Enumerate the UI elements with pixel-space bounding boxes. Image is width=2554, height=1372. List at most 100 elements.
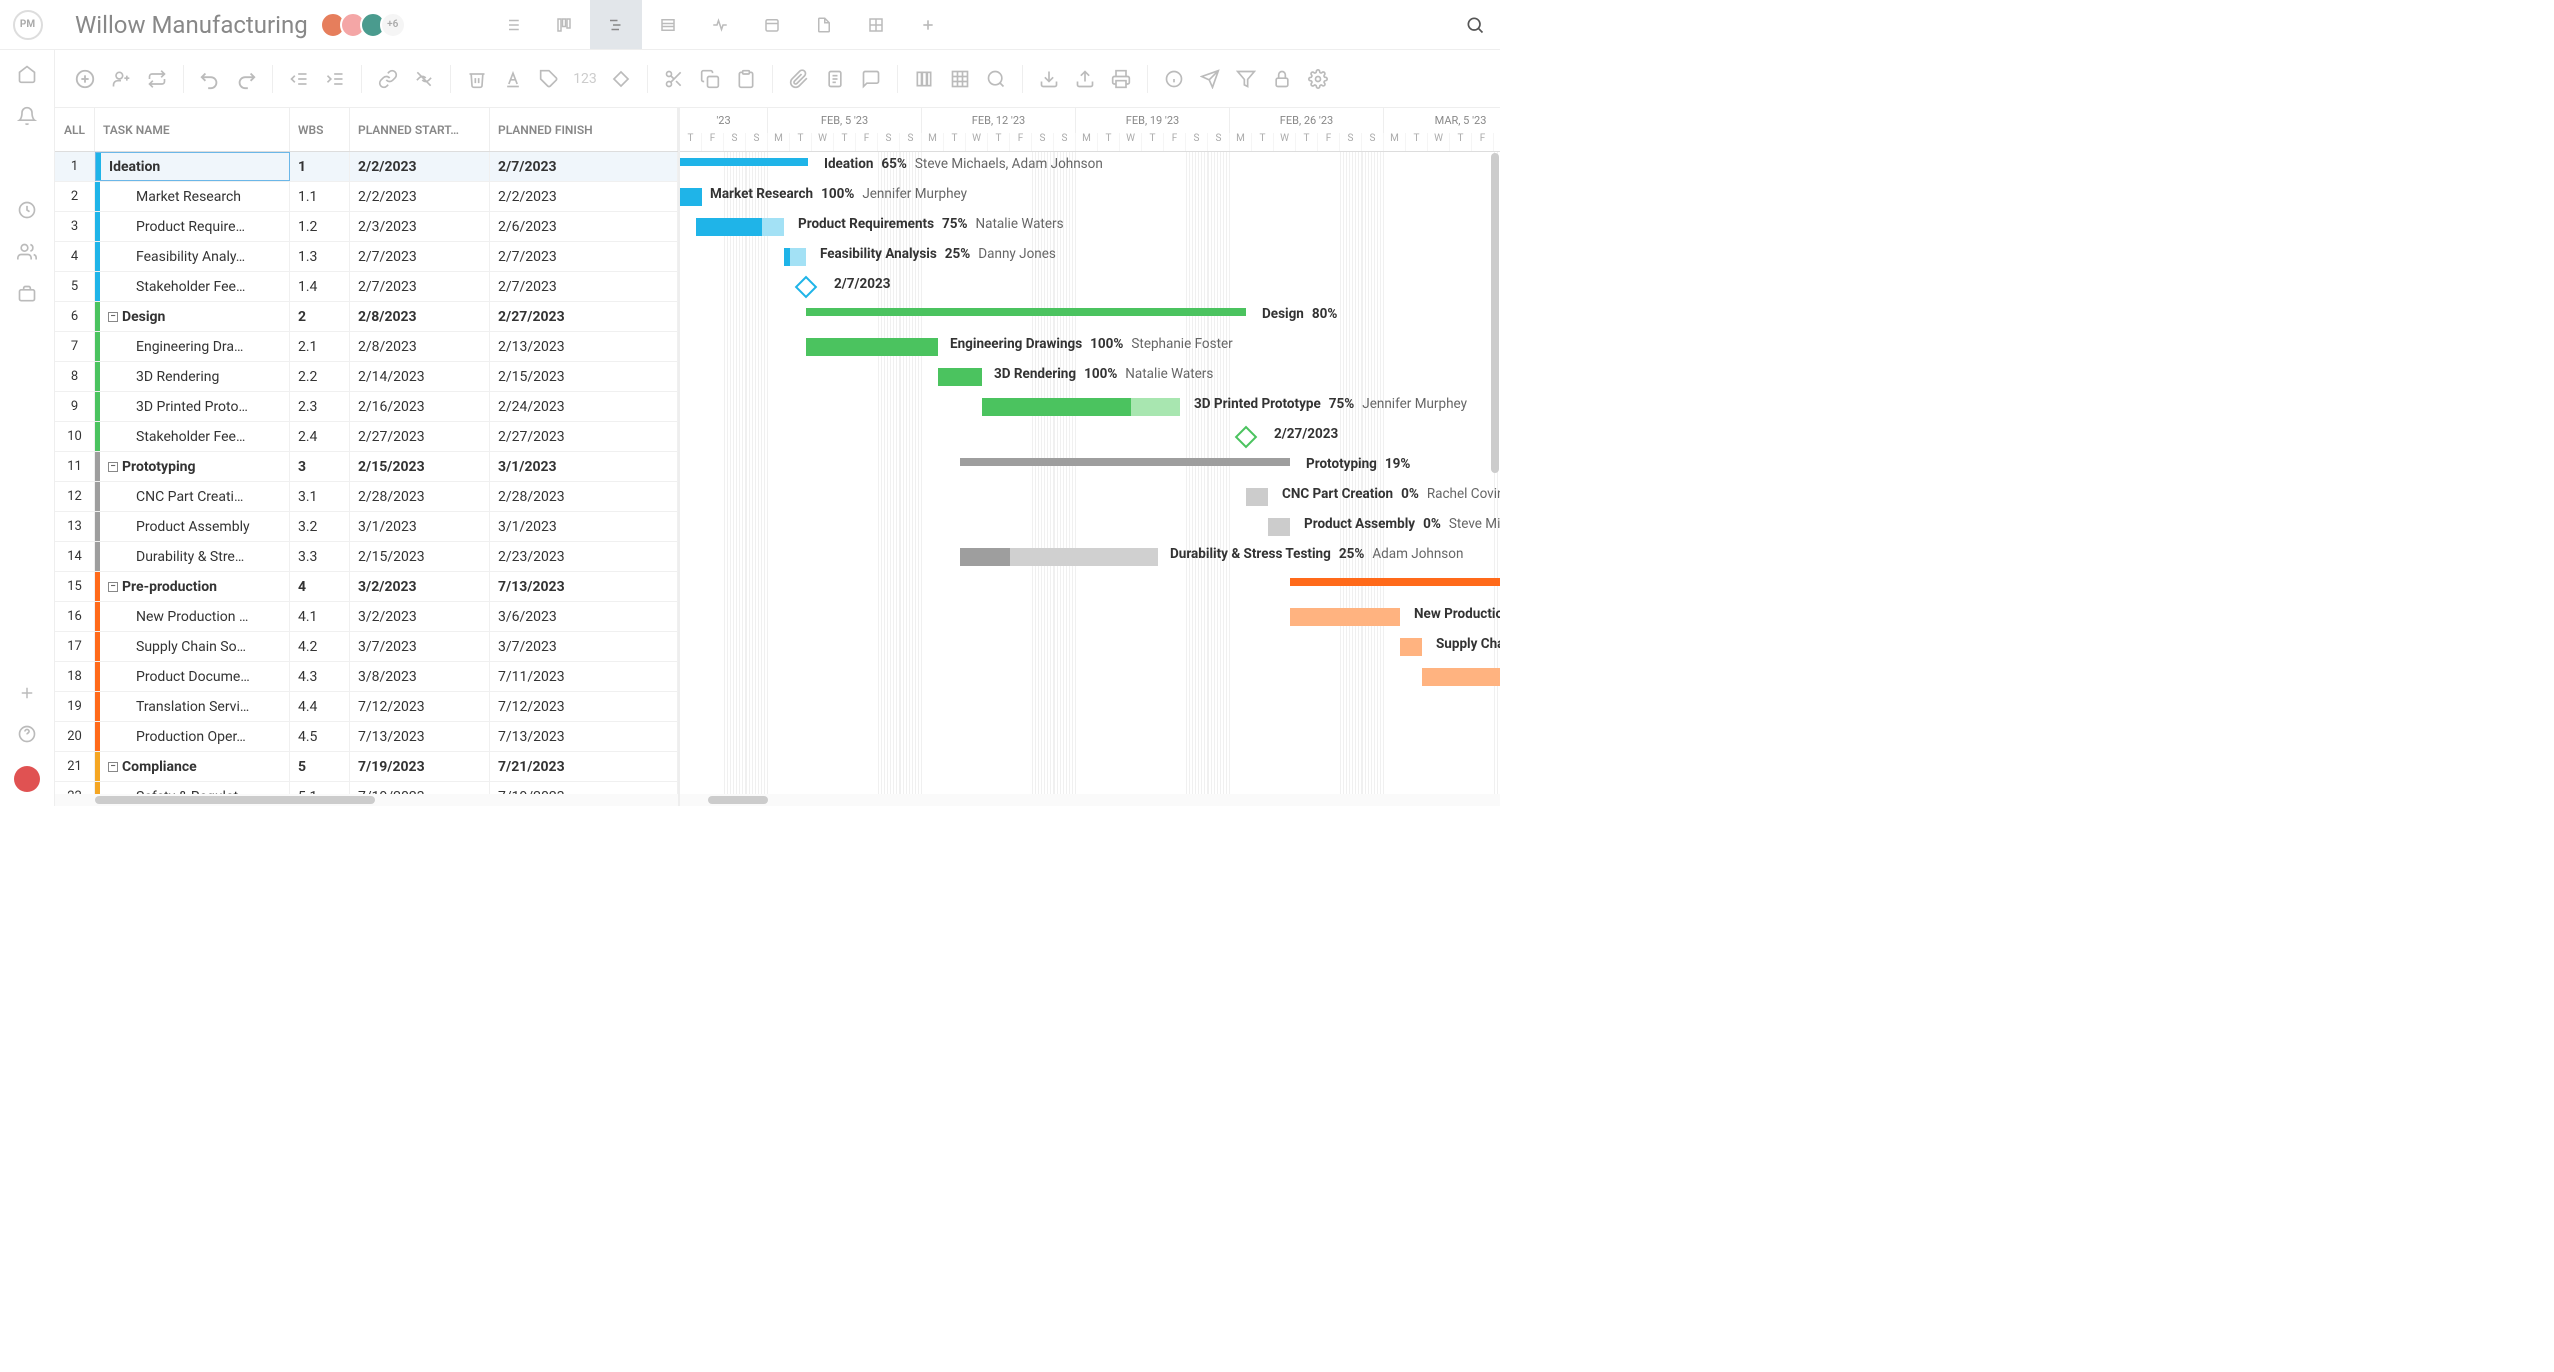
wbs-cell[interactable]: 4.4 [290, 692, 350, 721]
finish-cell[interactable]: 2/28/2023 [490, 482, 678, 511]
gantt-task-bar[interactable] [784, 248, 806, 266]
gantt-task-bar[interactable] [1422, 668, 1500, 686]
gantt-row[interactable]: Product Assembly0%Steve Mi [680, 512, 1500, 542]
wbs-cell[interactable]: 3.2 [290, 512, 350, 541]
gantt-hscroll[interactable] [680, 794, 1500, 806]
task-name-cell[interactable]: Stakeholder Fee… [95, 272, 290, 301]
gantt-row[interactable] [680, 752, 1500, 782]
wbs-cell[interactable]: 3 [290, 452, 350, 481]
gantt-row[interactable] [680, 782, 1500, 794]
wbs-cell[interactable]: 2.4 [290, 422, 350, 451]
search-icon[interactable] [1450, 15, 1500, 35]
wbs-cell[interactable]: 1.1 [290, 182, 350, 211]
gantt-summary-bar[interactable] [1290, 578, 1500, 586]
copy-icon[interactable] [694, 63, 726, 95]
finish-cell[interactable]: 3/1/2023 [490, 452, 678, 481]
table-row[interactable]: 17 Supply Chain So… 4.2 3/7/2023 3/7/202… [55, 632, 678, 662]
start-cell[interactable]: 2/2/2023 [350, 182, 490, 211]
table-row[interactable]: 19 Translation Servi… 4.4 7/12/2023 7/12… [55, 692, 678, 722]
home-icon[interactable] [17, 64, 37, 84]
text-color-icon[interactable] [497, 63, 529, 95]
task-name-cell[interactable]: Engineering Dra… [95, 332, 290, 361]
finish-cell[interactable]: 7/21/2023 [490, 752, 678, 781]
start-cell[interactable]: 2/8/2023 [350, 332, 490, 361]
table-row[interactable]: 3 Product Require… 1.2 2/3/2023 2/6/2023 [55, 212, 678, 242]
wbs-cell[interactable]: 4.5 [290, 722, 350, 751]
finish-cell[interactable]: 7/13/2023 [490, 572, 678, 601]
gantt-task-bar[interactable] [1400, 638, 1422, 656]
notes-icon[interactable] [819, 63, 851, 95]
gantt-row[interactable] [680, 662, 1500, 692]
task-name-cell[interactable]: Supply Chain So… [95, 632, 290, 661]
wbs-cell[interactable]: 2 [290, 302, 350, 331]
col-task-name[interactable]: TASK NAME [95, 108, 290, 151]
table-row[interactable]: 5 Stakeholder Fee… 1.4 2/7/2023 2/7/2023 [55, 272, 678, 302]
task-name-cell[interactable]: −Prototyping [95, 452, 290, 481]
avatar-more[interactable]: +6 [380, 12, 406, 38]
help-icon[interactable] [17, 724, 37, 744]
table-row[interactable]: 12 CNC Part Creati… 3.1 2/28/2023 2/28/2… [55, 482, 678, 512]
undo-icon[interactable] [194, 63, 226, 95]
finish-cell[interactable]: 2/15/2023 [490, 362, 678, 391]
finish-cell[interactable]: 7/19/2023 [490, 782, 678, 794]
grid-icon[interactable] [944, 63, 976, 95]
gantt-row[interactable] [680, 572, 1500, 602]
view-board-icon[interactable] [538, 0, 590, 49]
gantt-row[interactable]: Product Requirements75%Natalie Waters [680, 212, 1500, 242]
start-cell[interactable]: 2/2/2023 [350, 152, 490, 181]
finish-cell[interactable]: 3/6/2023 [490, 602, 678, 631]
comment-icon[interactable] [855, 63, 887, 95]
wbs-cell[interactable]: 4 [290, 572, 350, 601]
scrollbar-thumb[interactable] [708, 796, 768, 804]
zoom-icon[interactable] [980, 63, 1012, 95]
gantt-row[interactable]: 3D Printed Prototype75%Jennifer Murphey [680, 392, 1500, 422]
gantt-row[interactable]: CNC Part Creation0%Rachel Covin [680, 482, 1500, 512]
gantt-row[interactable]: Design80% [680, 302, 1500, 332]
finish-cell[interactable]: 2/7/2023 [490, 242, 678, 271]
gantt-body[interactable]: Ideation65%Steve Michaels, Adam JohnsonM… [680, 152, 1500, 794]
view-dashboard-icon[interactable] [850, 0, 902, 49]
gantt-row[interactable]: 2/27/2023 [680, 422, 1500, 452]
refresh-icon[interactable] [141, 63, 173, 95]
import-icon[interactable] [1033, 63, 1065, 95]
trash-icon[interactable] [461, 63, 493, 95]
finish-cell[interactable]: 2/2/2023 [490, 182, 678, 211]
col-planned-finish[interactable]: PLANNED FINISH [490, 108, 678, 151]
table-row[interactable]: 4 Feasibility Analy… 1.3 2/7/2023 2/7/20… [55, 242, 678, 272]
task-name-cell[interactable]: 3D Printed Proto… [95, 392, 290, 421]
redo-icon[interactable] [230, 63, 262, 95]
task-name-cell[interactable]: Product Docume… [95, 662, 290, 691]
scrollbar-thumb[interactable] [95, 796, 375, 804]
task-name-cell[interactable]: Product Require… [95, 212, 290, 241]
gantt-task-bar[interactable] [960, 548, 1158, 566]
task-name-cell[interactable]: 3D Rendering [95, 362, 290, 391]
gantt-task-bar[interactable] [938, 368, 982, 386]
cut-icon[interactable] [658, 63, 690, 95]
wbs-cell[interactable]: 3.3 [290, 542, 350, 571]
table-row[interactable]: 14 Durability & Stre… 3.3 2/15/2023 2/23… [55, 542, 678, 572]
task-name-cell[interactable]: New Production … [95, 602, 290, 631]
wbs-cell[interactable]: 2.3 [290, 392, 350, 421]
task-name-cell[interactable]: CNC Part Creati… [95, 482, 290, 511]
wbs-number-icon[interactable]: 123 [569, 63, 601, 95]
wbs-cell[interactable]: 3.1 [290, 482, 350, 511]
gantt-task-bar[interactable] [982, 398, 1180, 416]
start-cell[interactable]: 3/1/2023 [350, 512, 490, 541]
gantt-row[interactable]: New Production [680, 602, 1500, 632]
view-calendar-icon[interactable] [746, 0, 798, 49]
paste-icon[interactable] [730, 63, 762, 95]
gantt-row[interactable]: Engineering Drawings100%Stephanie Foster [680, 332, 1500, 362]
gantt-summary-bar[interactable] [960, 458, 1290, 466]
start-cell[interactable]: 7/19/2023 [350, 782, 490, 794]
filter-icon[interactable] [1230, 63, 1262, 95]
columns-icon[interactable] [908, 63, 940, 95]
gantt-row[interactable]: 2/7/2023 [680, 272, 1500, 302]
col-planned-start[interactable]: PLANNED START… [350, 108, 490, 151]
indent-icon[interactable] [319, 63, 351, 95]
view-file-icon[interactable] [798, 0, 850, 49]
start-cell[interactable]: 3/7/2023 [350, 632, 490, 661]
table-row[interactable]: 8 3D Rendering 2.2 2/14/2023 2/15/2023 [55, 362, 678, 392]
start-cell[interactable]: 7/19/2023 [350, 752, 490, 781]
table-row[interactable]: 13 Product Assembly 3.2 3/1/2023 3/1/202… [55, 512, 678, 542]
gantt-row[interactable]: Durability & Stress Testing25%Adam Johns… [680, 542, 1500, 572]
